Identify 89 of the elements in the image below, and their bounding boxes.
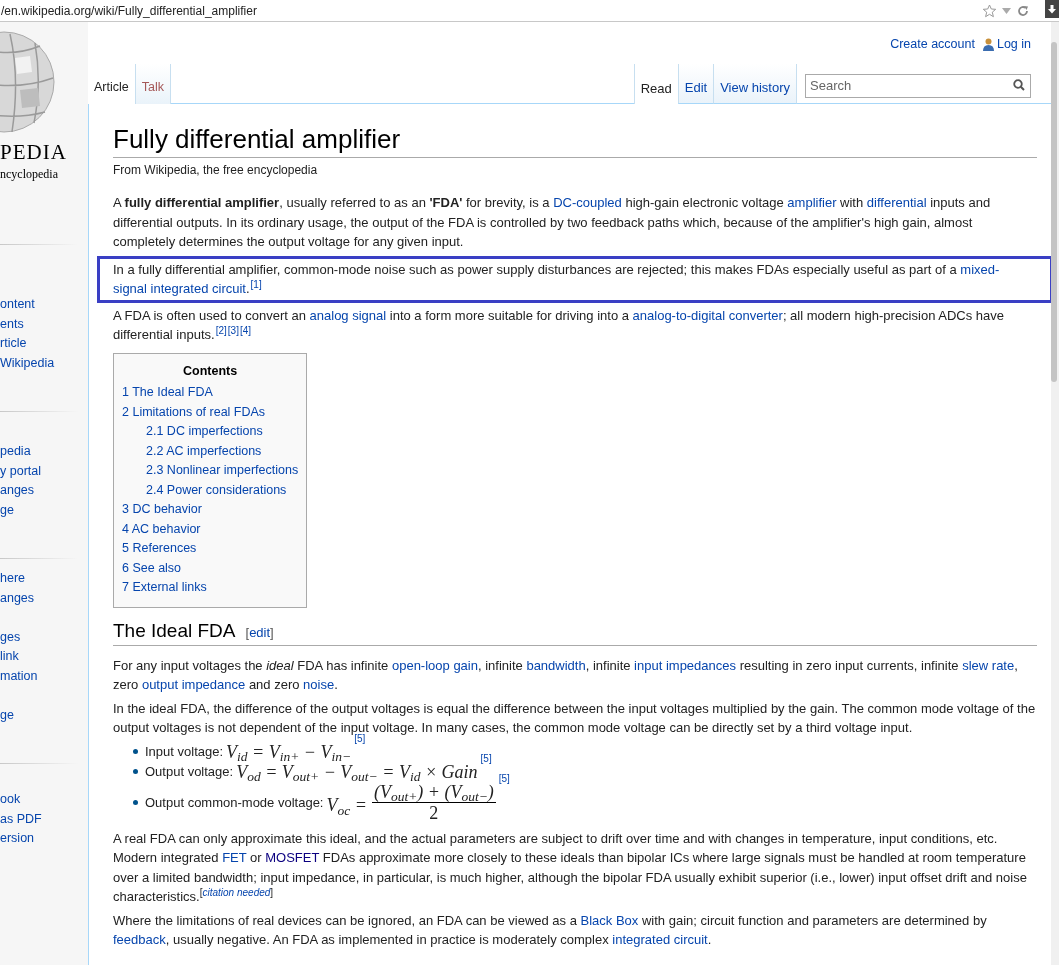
link[interactable]: integrated circuit xyxy=(612,932,708,948)
page-title: Fully differential amplifier xyxy=(113,122,1037,158)
sidebar-link[interactable]: as PDF xyxy=(0,809,88,829)
link[interactable]: input impedances xyxy=(634,657,736,673)
contents-link[interactable]: 1 The Ideal FDA xyxy=(122,383,299,403)
sidebar-link[interactable]: Wikipedia xyxy=(0,353,88,373)
sidebar-link[interactable]: link xyxy=(0,647,88,667)
reload-icon[interactable] xyxy=(1017,4,1029,17)
contents-title: Contents xyxy=(182,362,239,380)
link[interactable]: output impedance xyxy=(141,677,246,693)
fraction: (V$_{out+}$) + (V$_{out−}$) 2 xyxy=(371,781,496,823)
sidebar-link[interactable]: here xyxy=(0,569,88,589)
star-icon[interactable] xyxy=(982,3,997,18)
sidebar-link[interactable]: anges xyxy=(0,481,88,501)
search-icon[interactable] xyxy=(1013,79,1025,91)
page-tagline: From Wikipedia, the free encyclopedia xyxy=(113,162,319,179)
bracket: [ xyxy=(245,623,250,642)
contents-link[interactable]: 2.2 AC imperfections xyxy=(146,441,299,462)
sidebar-link[interactable]: ge xyxy=(0,705,88,725)
sidebar-link[interactable]: anges xyxy=(0,588,88,608)
link[interactable]: DC-coupled xyxy=(553,195,622,210)
link[interactable]: mixed- xyxy=(960,261,1000,277)
download-icon xyxy=(1048,4,1056,14)
paragraph: Where the limitations of real devices can be ignored, an FDA can be viewed as a Black Box with gain; circuit function and parameters are determined by feedback, usually negative. An FDA as implemented in practice is moderately complex integrated circuit. xyxy=(113,911,988,950)
wordmark: PEDIA xyxy=(0,142,67,163)
contents-link[interactable]: 5 References xyxy=(122,539,299,559)
logo-tagline: ncyclopedia xyxy=(0,168,59,180)
highlighted-paragraph: In a fully differential amplifier, common-mode noise such as power supply disturbances are rejected; this makes FDAs especially useful as part of a mixed- signal integrated circuit.$^{[1]}$ xyxy=(97,255,1053,303)
sidebar-link[interactable]: pedia xyxy=(0,442,88,462)
link[interactable]: feedback xyxy=(113,932,166,948)
link[interactable]: signal integrated circuit xyxy=(113,281,246,296)
link[interactable]: FET xyxy=(222,850,247,866)
reference-link[interactable]: [2] xyxy=(215,325,227,336)
tab[interactable]: View history xyxy=(713,64,796,104)
formula: V$_{id}$ = V$_{in+}$ − V$_{in−}$ xyxy=(226,741,352,762)
contents-link[interactable]: 6 See also xyxy=(122,558,299,579)
formula-label: Output common-mode voltage: xyxy=(145,793,324,812)
link[interactable]: open-loop gain xyxy=(391,657,478,673)
search-field[interactable]: Search xyxy=(805,73,1031,98)
sidebar-link[interactable]: ersion xyxy=(0,829,88,849)
sidebar-link[interactable]: mation xyxy=(0,666,88,686)
sidebar-link[interactable]: rticle xyxy=(0,334,88,354)
log-in-link[interactable]: Log in xyxy=(996,34,1031,54)
bullet-icon xyxy=(133,799,138,805)
bullet-icon xyxy=(133,749,138,755)
reference-link[interactable]: [4] xyxy=(239,325,252,336)
globe-logo-icon[interactable] xyxy=(0,28,56,136)
link[interactable]: analog-to-digital converter xyxy=(632,307,783,323)
link[interactable]: analog signal xyxy=(309,307,387,323)
sidebar-link[interactable]: ontent xyxy=(0,295,88,315)
sidebar-link[interactable]: ge xyxy=(0,500,88,520)
create-account-link[interactable]: Create account xyxy=(890,34,975,54)
contents-link[interactable]: 2 Limitations of real FDAs xyxy=(122,402,299,423)
link[interactable]: Black Box xyxy=(580,912,639,928)
sidebar-link[interactable]: y portal xyxy=(0,461,88,481)
download-button[interactable] xyxy=(1045,0,1059,18)
link[interactable]: MOSFET xyxy=(265,850,320,866)
formula-label: Input voltage: xyxy=(145,743,224,761)
bullet-icon xyxy=(133,769,138,775)
formula-label: Output voltage: xyxy=(145,763,234,781)
link[interactable]: amplifier xyxy=(787,195,837,210)
tab[interactable]: Edit xyxy=(677,64,714,104)
reference-link[interactable]: [1] xyxy=(250,279,262,290)
url-text[interactable]: /en.wikipedia.org/wiki/Fully_differential_amplifier xyxy=(0,1,982,20)
sidebar-link[interactable]: ook xyxy=(0,790,88,810)
formula: V$_{oc}$ = xyxy=(326,795,367,816)
reference-link[interactable]: [5] xyxy=(480,752,492,764)
bracket: ] xyxy=(270,623,274,642)
paragraph: A fully differential amplifier, usually referred to as an 'FDA' for brevity, is a DC-coupled high-gain electronic voltage amplifier with differential inputs and differential outputs. In its ordinary usage, the output of the FDA is controlled by two feedback paths which, because of the amplifier's high gain, almost completely determines the output voltage for any given input. xyxy=(113,194,992,251)
link[interactable]: bandwidth xyxy=(526,657,586,673)
link[interactable]: differential xyxy=(866,195,927,210)
user-icon xyxy=(982,37,994,51)
dropdown-icon[interactable] xyxy=(1002,7,1011,14)
sidebar-link[interactable]: ges xyxy=(0,627,88,647)
contents-link[interactable]: 2.3 Nonlinear imperfections xyxy=(146,461,299,481)
paragraph: For any input voltages the ideal FDA has infinite open-loop gain, infinite bandwidth, infinite input impedances resulting in zero input currents, infinite slew rate, zero output impedance and zero noise. xyxy=(113,656,1019,695)
reference-link[interactable]: [3] xyxy=(227,325,239,336)
contents-link[interactable]: 3 DC behavior xyxy=(122,500,299,520)
sidebar-link[interactable]: ents xyxy=(0,314,88,334)
contents-link[interactable]: 2.4 Power considerations xyxy=(146,480,299,501)
reference-link[interactable]: [5] xyxy=(498,772,510,784)
scrollbar-thumb[interactable] xyxy=(1051,42,1057,382)
contents-link[interactable]: 7 External links xyxy=(122,578,299,598)
section-heading: The Ideal FDA xyxy=(113,618,236,643)
contents-link[interactable]: 4 AC behavior xyxy=(122,519,299,540)
tab[interactable]: Talk xyxy=(135,64,171,104)
contents-link[interactable]: 2.1 DC imperfections xyxy=(146,422,299,442)
scrollbar[interactable] xyxy=(1051,22,1059,965)
formula: V$_{od}$ = V$_{out+}$ − V$_{out−}$ = V$_{id}$ × Gain xyxy=(236,761,478,782)
